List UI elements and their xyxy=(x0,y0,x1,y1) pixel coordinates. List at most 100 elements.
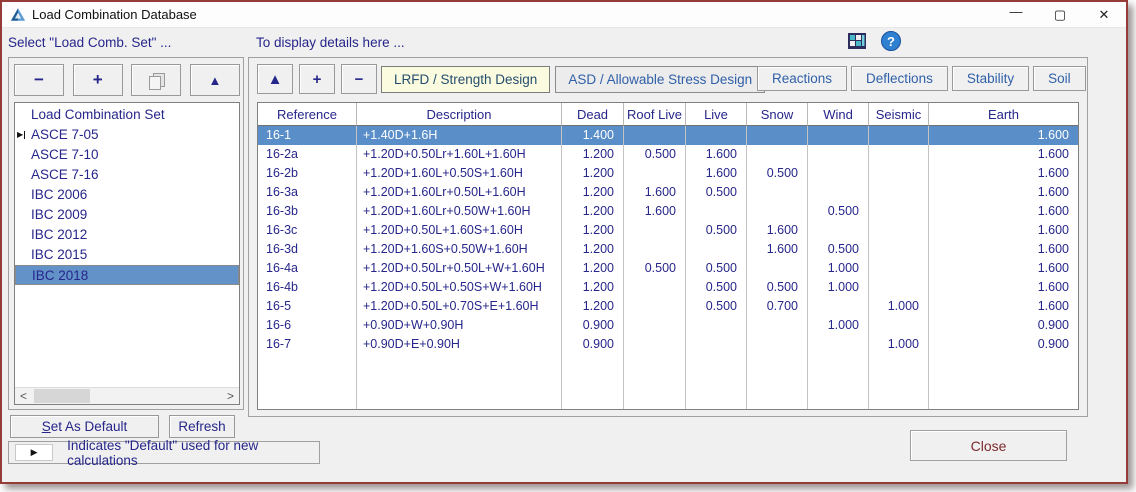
table-row-16-1[interactable]: 16-1+1.40D+1.6H1.4001.600 xyxy=(258,126,1078,145)
solve-combination-button[interactable]: ▲ xyxy=(257,64,293,94)
soil-button[interactable]: Soil xyxy=(1033,66,1086,91)
design-tabs: LRFD / Strength DesignASD / Allowable St… xyxy=(381,66,765,93)
app-logo-icon xyxy=(10,7,26,22)
table-row-16-2a[interactable]: 16-2a+1.20D+0.50Lr+1.60L+1.60H1.2000.500… xyxy=(258,145,1078,164)
table-cell: 1.200 xyxy=(562,183,624,202)
tab-asd-allowable-stress-design[interactable]: ASD / Allowable Stress Design xyxy=(555,66,765,93)
table-cell: 1.000 xyxy=(869,297,929,316)
table-row-16-4b[interactable]: 16-4b+1.20D+0.50L+0.50S+W+1.60H1.200 0.50… xyxy=(258,278,1078,297)
solve-set-button[interactable]: ▲ xyxy=(190,64,240,96)
default-marker-icon: ▶ xyxy=(15,444,53,461)
table-cell: 16-6 xyxy=(258,316,357,335)
table-cell: 1.600 xyxy=(624,202,686,221)
table-cell: +0.90D+E+0.90H xyxy=(357,335,562,354)
table-cell: 1.600 xyxy=(929,259,1078,278)
table-empty-area xyxy=(258,354,1078,409)
load-combination-database-dialog: Load Combination Database — ▢ ✕ Select "… xyxy=(0,0,1128,484)
table-row-16-3b[interactable]: 16-3b+1.20D+1.60Lr+0.50W+1.60H1.2001.600… xyxy=(258,202,1078,221)
refresh-button[interactable]: Refresh xyxy=(169,415,235,438)
tab-lrfd-strength-design[interactable]: LRFD / Strength Design xyxy=(381,66,550,93)
display-details-hint: To display details here ... xyxy=(256,35,405,50)
table-row-16-6[interactable]: 16-6+0.90D+W+0.90H0.9001.0000.900 xyxy=(258,316,1078,335)
table-cell: 0.500 xyxy=(624,145,686,164)
table-row-16-4a[interactable]: 16-4a+1.20D+0.50Lr+0.50L+W+1.60H1.2000.5… xyxy=(258,259,1078,278)
list-item-ibc-2009[interactable]: IBC 2009 xyxy=(15,205,239,225)
table-cell xyxy=(747,316,808,335)
table-cell: 0.500 xyxy=(686,183,747,202)
table-empty-cell xyxy=(929,354,1078,409)
table-cell xyxy=(869,145,929,164)
scrollbar-track[interactable] xyxy=(32,388,222,404)
table-cell: 16-4b xyxy=(258,278,357,297)
table-row-16-5[interactable]: 16-5+1.20D+0.50L+0.70S+E+1.60H1.200 0.500… xyxy=(258,297,1078,316)
column-header-roof-live: Roof Live xyxy=(624,103,686,126)
scroll-right-icon[interactable]: > xyxy=(222,388,239,404)
list-item-ibc-2012[interactable]: IBC 2012 xyxy=(15,225,239,245)
horizontal-scrollbar[interactable]: < > xyxy=(15,387,239,404)
table-cell: 1.000 xyxy=(808,316,869,335)
table-cell xyxy=(747,183,808,202)
close-icon[interactable]: ✕ xyxy=(1082,2,1126,27)
deflections-button[interactable]: Deflections xyxy=(851,66,948,91)
table-cell: +1.20D+0.50L+0.70S+E+1.60H xyxy=(357,297,562,316)
copy-set-button[interactable] xyxy=(131,64,181,96)
close-button[interactable]: Close xyxy=(910,430,1067,461)
scrollbar-thumb[interactable] xyxy=(34,389,90,403)
set-as-default-button[interactable]: Set As Default xyxy=(10,415,159,438)
table-cell xyxy=(808,126,869,145)
load-comb-set-panel: − + ▲ Load Combination Set ▶ASCE 7-05ASC… xyxy=(8,57,244,410)
delete-combination-button[interactable]: − xyxy=(341,64,377,94)
window-title: Load Combination Database xyxy=(32,7,197,22)
table-cell xyxy=(869,126,929,145)
table-empty-cell xyxy=(562,354,624,409)
table-cell: 1.200 xyxy=(562,297,624,316)
table-cell: 1.200 xyxy=(562,278,624,297)
help-icon[interactable]: ? xyxy=(881,31,901,51)
table-cell: 16-5 xyxy=(258,297,357,316)
scroll-left-icon[interactable]: < xyxy=(15,388,32,404)
table-cell xyxy=(624,126,686,145)
table-row-16-3a[interactable]: 16-3a+1.20D+1.60Lr+0.50L+1.60H1.2001.600… xyxy=(258,183,1078,202)
table-cell: 1.600 xyxy=(929,126,1078,145)
table-cell: 1.200 xyxy=(562,145,624,164)
add-set-button[interactable]: + xyxy=(73,64,123,96)
maximize-icon[interactable]: ▢ xyxy=(1038,2,1082,27)
add-combination-button[interactable]: + xyxy=(299,64,335,94)
table-cell: +1.20D+1.60Lr+0.50L+1.60H xyxy=(357,183,562,202)
select-set-hint: Select "Load Comb. Set" ... xyxy=(8,35,171,50)
table-cell: 0.500 xyxy=(686,278,747,297)
table-header-row: ReferenceDescriptionDeadRoof LiveLiveSno… xyxy=(258,103,1078,126)
list-item-asce-7-10[interactable]: ASCE 7-10 xyxy=(15,145,239,165)
spreadsheet-icon[interactable] xyxy=(847,31,867,51)
table-cell: 1.000 xyxy=(808,278,869,297)
table-empty-cell xyxy=(869,354,929,409)
table-cell: 0.900 xyxy=(562,335,624,354)
table-cell: 0.500 xyxy=(686,297,747,316)
table-cell: 1.600 xyxy=(686,145,747,164)
reactions-button[interactable]: Reactions xyxy=(757,66,847,91)
table-cell: +1.20D+0.50L+0.50S+W+1.60H xyxy=(357,278,562,297)
delete-set-button[interactable]: − xyxy=(14,64,64,96)
list-item-asce-7-16[interactable]: ASCE 7-16 xyxy=(15,165,239,185)
table-row-16-3d[interactable]: 16-3d+1.20D+1.60S+0.50W+1.60H1.2001.6000… xyxy=(258,240,1078,259)
list-item-ibc-2006[interactable]: IBC 2006 xyxy=(15,185,239,205)
table-row-16-7[interactable]: 16-7+0.90D+E+0.90H0.9001.0000.900 xyxy=(258,335,1078,354)
table-row-16-3c[interactable]: 16-3c+1.20D+0.50L+1.60S+1.60H1.2000.5001… xyxy=(258,221,1078,240)
minimize-icon[interactable]: — xyxy=(994,2,1038,27)
list-item-label: IBC 2012 xyxy=(31,227,87,242)
stability-button[interactable]: Stability xyxy=(952,66,1029,91)
table-cell: 1.200 xyxy=(562,221,624,240)
table-cell: 0.500 xyxy=(808,202,869,221)
list-item-ibc-2015[interactable]: IBC 2015 xyxy=(15,245,239,265)
table-cell: +1.20D+0.50Lr+1.60L+1.60H xyxy=(357,145,562,164)
table-cell: 1.000 xyxy=(869,335,929,354)
table-cell: 0.500 xyxy=(686,259,747,278)
list-item-ibc-2018[interactable]: IBC 2018 xyxy=(15,265,239,285)
table-row-16-2b[interactable]: 16-2b+1.20D+1.60L+0.50S+1.60H1.2001.6000… xyxy=(258,164,1078,183)
table-cell: +1.20D+1.60S+0.50W+1.60H xyxy=(357,240,562,259)
table-cell: 1.200 xyxy=(562,202,624,221)
details-panel: ▲ + − LRFD / Strength DesignASD / Allowa… xyxy=(248,57,1088,417)
default-legend: ▶ Indicates "Default" used for new calcu… xyxy=(8,441,320,464)
list-item-asce-7-05[interactable]: ▶ASCE 7-05 xyxy=(15,125,239,145)
table-cell: 1.000 xyxy=(808,259,869,278)
